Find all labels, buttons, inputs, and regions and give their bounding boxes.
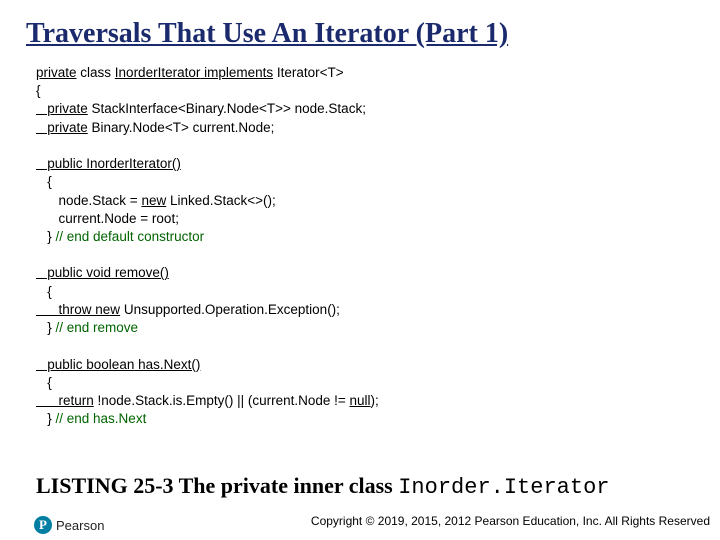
t: remove(): [111, 265, 169, 280]
slide: Traversals That Use An Iterator (Part 1)…: [0, 0, 720, 540]
t: new: [92, 302, 121, 317]
copyright-text: Copyright © 2019, 2015, 2012 Pearson Edu…: [311, 514, 710, 528]
t: [36, 138, 40, 153]
slide-title: Traversals That Use An Iterator (Part 1): [0, 0, 720, 56]
t: {: [36, 284, 52, 299]
t: public: [36, 357, 83, 372]
t: private: [36, 101, 88, 116]
t: !node.Stack.is.Empty() || (current.Node …: [94, 393, 350, 408]
caption-prefix: LISTING 25-3 The private inner class: [36, 473, 398, 498]
t: private: [36, 120, 88, 135]
t: Binary.Node<T> current.Node;: [88, 120, 275, 135]
t: implements: [200, 65, 273, 80]
listing-caption: LISTING 25-3 The private inner class Ino…: [36, 473, 609, 500]
t: void: [83, 265, 112, 280]
t: node.Stack =: [36, 193, 141, 208]
t: InorderIterator: [115, 65, 201, 80]
t: boolean: [83, 357, 135, 372]
t: current.Node = root;: [36, 211, 179, 226]
t: }: [36, 411, 56, 426]
t: public: [36, 265, 83, 280]
t: [36, 247, 40, 262]
t: Iterator<T>: [273, 65, 344, 80]
t: class: [77, 65, 115, 80]
t: // end remove: [56, 320, 139, 335]
t: public: [36, 156, 83, 171]
t: }: [36, 229, 56, 244]
t: {: [36, 83, 41, 98]
t: );: [371, 393, 379, 408]
title-text: Traversals That Use An Iterator (Part 1): [26, 18, 508, 49]
t: new: [141, 193, 166, 208]
t: {: [36, 375, 52, 390]
caption-classname: Inorder.Iterator: [398, 475, 609, 500]
t: has.Next(): [134, 357, 200, 372]
t: {: [36, 174, 52, 189]
t: Unsupported.Operation.Exception();: [120, 302, 340, 317]
code-block: private class InorderIterator implements…: [0, 56, 720, 428]
t: }: [36, 320, 56, 335]
t: // end has.Next: [56, 411, 147, 426]
t: Linked.Stack<>();: [166, 193, 276, 208]
t: private: [36, 65, 77, 80]
footer: Copyright © 2019, 2015, 2012 Pearson Edu…: [0, 510, 710, 532]
t: null: [350, 393, 371, 408]
t: throw: [36, 302, 92, 317]
t: InorderIterator(): [83, 156, 181, 171]
t: StackInterface<Binary.Node<T>> node.Stac…: [88, 101, 366, 116]
t: return: [36, 393, 94, 408]
t: // end default constructor: [56, 229, 205, 244]
t: [36, 338, 40, 353]
